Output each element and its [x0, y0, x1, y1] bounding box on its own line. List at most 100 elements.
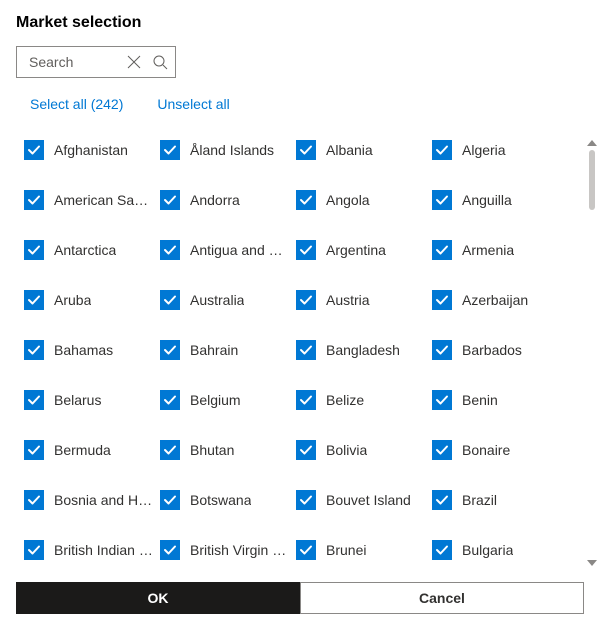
checkbox-checked-icon[interactable] [24, 540, 44, 560]
market-item[interactable]: Bonaire [432, 440, 562, 460]
checkbox-checked-icon[interactable] [432, 540, 452, 560]
market-item[interactable]: Belarus [24, 390, 154, 410]
market-item[interactable]: Benin [432, 390, 562, 410]
market-item[interactable]: Brazil [432, 490, 562, 510]
market-item[interactable]: Afghanistan [24, 140, 154, 160]
market-item[interactable]: American Samoa [24, 190, 154, 210]
market-item[interactable]: Bermuda [24, 440, 154, 460]
checkbox-checked-icon[interactable] [432, 190, 452, 210]
market-label: Belize [326, 392, 364, 408]
market-item[interactable]: Aruba [24, 290, 154, 310]
market-label: Belarus [54, 392, 101, 408]
checkbox-checked-icon[interactable] [296, 490, 316, 510]
checkbox-checked-icon[interactable] [432, 290, 452, 310]
checkbox-checked-icon[interactable] [296, 440, 316, 460]
checkbox-checked-icon[interactable] [24, 390, 44, 410]
search-input[interactable] [27, 53, 107, 71]
market-item[interactable]: Åland Islands [160, 140, 290, 160]
checkbox-checked-icon[interactable] [24, 490, 44, 510]
market-item[interactable]: Austria [296, 290, 426, 310]
market-item[interactable]: Barbados [432, 340, 562, 360]
market-item[interactable]: Belize [296, 390, 426, 410]
market-item[interactable]: Belgium [160, 390, 290, 410]
market-item[interactable]: Armenia [432, 240, 562, 260]
market-item[interactable]: Antigua and Barbuda [160, 240, 290, 260]
scrollbar[interactable] [584, 136, 600, 570]
checkbox-checked-icon[interactable] [24, 140, 44, 160]
market-label: Algeria [462, 142, 506, 158]
checkbox-checked-icon[interactable] [24, 240, 44, 260]
market-item[interactable]: Bouvet Island [296, 490, 426, 510]
market-label: Bosnia and Herzegovina [54, 492, 154, 508]
market-item[interactable]: Bolivia [296, 440, 426, 460]
market-item[interactable]: Andorra [160, 190, 290, 210]
checkbox-checked-icon[interactable] [160, 340, 180, 360]
checkbox-checked-icon[interactable] [160, 140, 180, 160]
market-label: Albania [326, 142, 373, 158]
market-item[interactable]: Bulgaria [432, 540, 562, 560]
market-item[interactable]: Bhutan [160, 440, 290, 460]
select-all-link[interactable]: Select all (242) [30, 96, 123, 112]
market-label: Brazil [462, 492, 497, 508]
search-icon[interactable] [151, 53, 169, 71]
market-label: Armenia [462, 242, 514, 258]
checkbox-checked-icon[interactable] [432, 390, 452, 410]
checkbox-checked-icon[interactable] [432, 140, 452, 160]
checkbox-checked-icon[interactable] [296, 140, 316, 160]
checkbox-checked-icon[interactable] [160, 440, 180, 460]
scroll-up-arrow-icon[interactable] [584, 136, 600, 150]
scrollbar-thumb[interactable] [589, 150, 595, 210]
market-label: Belgium [190, 392, 241, 408]
checkbox-checked-icon[interactable] [24, 440, 44, 460]
checkbox-checked-icon[interactable] [432, 240, 452, 260]
market-item[interactable]: Argentina [296, 240, 426, 260]
market-label: Antigua and Barbuda [190, 242, 290, 258]
market-item[interactable]: Botswana [160, 490, 290, 510]
market-item[interactable]: Angola [296, 190, 426, 210]
scroll-down-arrow-icon[interactable] [584, 556, 600, 570]
cancel-button[interactable]: Cancel [300, 582, 584, 614]
market-item[interactable]: Antarctica [24, 240, 154, 260]
checkbox-checked-icon[interactable] [160, 490, 180, 510]
checkbox-checked-icon[interactable] [296, 540, 316, 560]
checkbox-checked-icon[interactable] [24, 340, 44, 360]
market-item[interactable]: Australia [160, 290, 290, 310]
market-label: Andorra [190, 192, 240, 208]
checkbox-checked-icon[interactable] [296, 240, 316, 260]
search-icons [125, 53, 169, 71]
market-item[interactable]: Bahrain [160, 340, 290, 360]
market-item[interactable]: Bahamas [24, 340, 154, 360]
checkbox-checked-icon[interactable] [296, 390, 316, 410]
checkbox-checked-icon[interactable] [432, 440, 452, 460]
checkbox-checked-icon[interactable] [296, 290, 316, 310]
market-item[interactable]: Albania [296, 140, 426, 160]
market-item[interactable]: British Indian Ocean Territory [24, 540, 154, 560]
checkbox-checked-icon[interactable] [296, 190, 316, 210]
market-item[interactable]: Brunei [296, 540, 426, 560]
scrollbar-track[interactable] [584, 150, 600, 556]
market-label: Bahrain [190, 342, 238, 358]
unselect-all-link[interactable]: Unselect all [157, 96, 229, 112]
market-grid: Afghanistan Åland Islands Albania Algeria Am… [0, 136, 584, 570]
checkbox-checked-icon[interactable] [296, 340, 316, 360]
checkbox-checked-icon[interactable] [160, 240, 180, 260]
clear-icon[interactable] [125, 53, 143, 71]
market-item[interactable]: Bangladesh [296, 340, 426, 360]
market-label: Argentina [326, 242, 386, 258]
checkbox-checked-icon[interactable] [160, 390, 180, 410]
checkbox-checked-icon[interactable] [432, 490, 452, 510]
market-item[interactable]: Azerbaijan [432, 290, 562, 310]
market-item[interactable]: Algeria [432, 140, 562, 160]
checkbox-checked-icon[interactable] [24, 290, 44, 310]
market-item[interactable]: British Virgin Islands [160, 540, 290, 560]
market-item[interactable]: Bosnia and Herzegovina [24, 490, 154, 510]
checkbox-checked-icon[interactable] [24, 190, 44, 210]
ok-button[interactable]: OK [16, 582, 300, 614]
checkbox-checked-icon[interactable] [160, 190, 180, 210]
market-item[interactable]: Anguilla [432, 190, 562, 210]
checkbox-checked-icon[interactable] [432, 340, 452, 360]
checkbox-checked-icon[interactable] [160, 540, 180, 560]
market-selection-dialog: Market selection Select all (242) Unsele… [0, 0, 600, 628]
search-box[interactable] [16, 46, 176, 78]
checkbox-checked-icon[interactable] [160, 290, 180, 310]
